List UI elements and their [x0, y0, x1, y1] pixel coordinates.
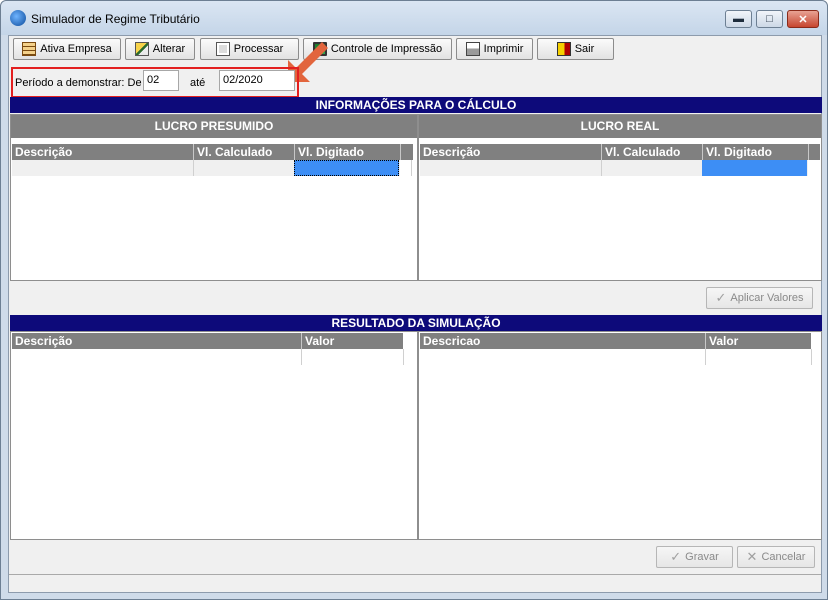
cancel-icon: ✕ — [746, 549, 758, 564]
lucro-real-title: LUCRO REAL — [419, 115, 821, 138]
controle-impressao-label: Controle de Impressão — [330, 43, 443, 55]
app-icon — [10, 10, 26, 26]
col-vl-digitado[interactable]: Vl. Digitado — [703, 144, 772, 160]
period-label: Período a demonstrar: De — [15, 77, 142, 89]
presumido-grid-header: Descrição Vl. Calculado Vl. Digitado — [12, 144, 413, 160]
checkmark-icon: ✓ — [715, 290, 727, 305]
row-divider — [403, 349, 404, 365]
col-descricao[interactable]: Descrição — [12, 144, 72, 160]
cancelar-button[interactable]: ✕ Cancelar — [737, 546, 815, 568]
col-separator — [400, 144, 401, 160]
alterar-button[interactable]: Alterar — [125, 38, 195, 60]
title-bar[interactable]: Simulador de Regime Tributário ▬ □ ✕ — [1, 1, 827, 35]
edit-icon — [134, 42, 149, 56]
calculator-icon — [215, 42, 230, 56]
cancelar-label: Cancelar — [761, 551, 806, 563]
period-from-input[interactable]: 02 — [143, 70, 179, 91]
real-grid-header: Descrição Vl. Calculado Vl. Digitado — [420, 144, 820, 160]
result-left-header: Descrição Valor — [12, 333, 403, 349]
imprimir-button[interactable]: Imprimir — [456, 38, 533, 60]
selected-cell-vl-digitado[interactable] — [294, 160, 399, 176]
gravar-label: Gravar — [685, 551, 719, 563]
col-valor[interactable]: Valor — [706, 333, 738, 349]
col-vl-calculado[interactable]: Vl. Calculado — [194, 144, 272, 160]
period-to-label: até — [190, 77, 206, 89]
lucro-presumido-panel: LUCRO PRESUMIDO Descrição Vl. Calculado … — [10, 114, 418, 281]
lucro-real-panel: LUCRO REAL Descrição Vl. Calculado Vl. D… — [418, 114, 822, 281]
window-title: Simulador de Regime Tributário — [31, 12, 200, 26]
col-separator — [808, 144, 809, 160]
ativa-empresa-button[interactable]: Ativa Empresa — [13, 38, 121, 60]
printer-icon — [465, 42, 480, 56]
maximize-button[interactable]: □ — [756, 10, 783, 28]
selected-cell-vl-digitado[interactable] — [702, 160, 807, 176]
processar-label: Processar — [233, 43, 284, 55]
checkmark-icon: ✓ — [670, 549, 682, 564]
aplicar-valores-button[interactable]: ✓ Aplicar Valores — [706, 287, 813, 309]
grid-icon — [22, 42, 37, 56]
app-window: Simulador de Regime Tributário ▬ □ ✕ Ati… — [0, 0, 828, 600]
alterar-label: Alterar — [152, 43, 186, 55]
close-button[interactable]: ✕ — [787, 10, 819, 28]
col-descricao[interactable]: Descrição — [420, 144, 480, 160]
row-divider — [193, 160, 194, 176]
col-vl-digitado[interactable]: Vl. Digitado — [295, 144, 364, 160]
minimize-button[interactable]: ▬ — [725, 10, 752, 28]
sair-label: Sair — [574, 43, 595, 55]
row-divider — [411, 160, 412, 176]
imprimir-label: Imprimir — [483, 43, 524, 55]
aplicar-valores-label: Aplicar Valores — [730, 292, 804, 304]
row-divider — [811, 349, 812, 365]
col-vl-calculado[interactable]: Vl. Calculado — [602, 144, 680, 160]
result-left-panel: Descrição Valor — [10, 331, 418, 540]
col-descricao[interactable]: Descrição — [12, 333, 72, 349]
result-section-title: RESULTADO DA SIMULAÇÃO — [10, 315, 822, 331]
result-right-header: Descricao Valor — [420, 333, 811, 349]
client-area: Ativa Empresa Alterar Processar Controle… — [8, 35, 822, 593]
row-divider — [601, 160, 602, 176]
ativa-empresa-label: Ativa Empresa — [40, 43, 112, 55]
col-valor[interactable]: Valor — [302, 333, 334, 349]
period-to-input[interactable]: 02/2020 — [219, 70, 295, 91]
row-divider — [705, 349, 706, 365]
result-right-panel: Descricao Valor — [418, 331, 822, 540]
row-divider — [301, 349, 302, 365]
sair-button[interactable]: Sair — [537, 38, 614, 60]
col-descricao[interactable]: Descricao — [420, 333, 480, 349]
status-bar — [9, 574, 821, 592]
info-section-title: INFORMAÇÕES PARA O CÁLCULO — [10, 97, 822, 113]
exit-icon — [556, 42, 571, 56]
gravar-button[interactable]: ✓ Gravar — [656, 546, 733, 568]
lucro-presumido-title: LUCRO PRESUMIDO — [11, 115, 417, 138]
